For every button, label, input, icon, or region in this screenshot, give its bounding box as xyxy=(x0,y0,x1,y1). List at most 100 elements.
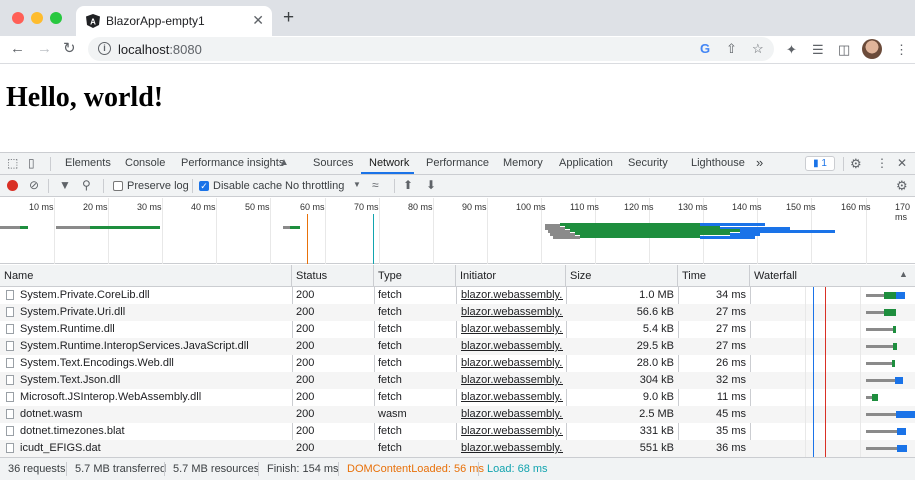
divider xyxy=(103,179,104,193)
tab-security[interactable]: Security xyxy=(628,157,668,169)
overview-request-bar xyxy=(290,226,300,229)
tab-performance[interactable]: Performance xyxy=(426,157,489,169)
column-header-waterfall[interactable]: Waterfall xyxy=(750,265,915,287)
tab-close-icon[interactable]: ✕ xyxy=(252,12,264,29)
tab-elements[interactable]: Elements xyxy=(65,157,111,169)
url-text[interactable]: localhost:8080 xyxy=(118,42,202,57)
request-initiator[interactable]: blazor.webassembly... xyxy=(461,287,563,304)
request-initiator[interactable]: blazor.webassembly... xyxy=(461,389,563,406)
media-icon[interactable]: ☰ xyxy=(812,42,824,58)
table-row[interactable]: System.Private.CoreLib.dll 200 fetch blazor… xyxy=(0,287,915,304)
waterfall-bar xyxy=(866,345,893,348)
tab-strip: A BlazorApp-empty1 ✕ + xyxy=(0,0,915,36)
browser-tab[interactable]: A BlazorApp-empty1 ✕ xyxy=(76,6,272,36)
share-icon[interactable]: ⇧ xyxy=(726,41,737,57)
overview-tick-label: 170 ms xyxy=(895,202,911,222)
avatar[interactable] xyxy=(862,39,882,59)
file-icon xyxy=(6,409,14,419)
more-vert-icon[interactable]: ⋮ xyxy=(895,42,908,58)
more-vert-icon[interactable]: ⋮ xyxy=(876,156,888,170)
devtools-tabs: ⬚ ▯ Elements Console Performance insight… xyxy=(0,153,915,175)
close-window-button[interactable] xyxy=(12,12,24,24)
search-icon[interactable]: ⚲ xyxy=(82,178,91,192)
network-conditions-icon[interactable]: ≈ xyxy=(372,178,379,192)
column-header-size[interactable]: Size xyxy=(566,265,678,287)
device-toggle-icon[interactable]: ▯ xyxy=(28,156,35,170)
extensions-icon[interactable]: ✦ xyxy=(786,42,797,58)
issues-badge[interactable]: ▮ 1 xyxy=(805,156,835,171)
forward-arrow-icon[interactable]: → xyxy=(37,40,52,58)
request-initiator[interactable]: blazor.webassembly... xyxy=(461,440,563,457)
request-initiator[interactable]: blazor.webassembly... xyxy=(461,372,563,389)
svg-text:A: A xyxy=(90,18,96,27)
more-tabs-button[interactable]: » xyxy=(756,155,763,170)
table-row[interactable]: System.Private.Uri.dll 200 fetch blazor.web… xyxy=(0,304,915,321)
network-overview[interactable]: 10 ms 20 ms 30 ms 40 ms 50 ms 60 ms 70 ms 80 ms… xyxy=(0,198,915,264)
table-row[interactable]: icudt_EFIGS.dat 200 fetch blazor.webassembl… xyxy=(0,440,915,457)
column-header-name[interactable]: Name xyxy=(0,265,292,287)
request-name: System.Runtime.InteropServices.JavaScrip… xyxy=(20,340,249,352)
upload-icon[interactable]: ⬆ xyxy=(403,178,413,192)
tab-application[interactable]: Application xyxy=(559,157,613,169)
download-icon[interactable]: ⬇ xyxy=(426,178,436,192)
info-icon[interactable]: i xyxy=(98,42,111,55)
table-row[interactable]: System.Text.Encodings.Web.dll 200 fetch bla… xyxy=(0,355,915,372)
new-tab-button[interactable]: + xyxy=(283,8,294,27)
column-header-status[interactable]: Status xyxy=(292,265,374,287)
gear-icon[interactable]: ⚙ xyxy=(896,178,908,194)
google-icon[interactable]: G xyxy=(700,41,710,56)
request-initiator[interactable]: blazor.webassembly... xyxy=(461,423,563,440)
preserve-log-checkbox[interactable] xyxy=(113,181,123,191)
divider xyxy=(66,462,67,476)
disable-cache-checkbox[interactable]: ✓ xyxy=(199,181,209,191)
browser-toolbar: ← → ↻ i localhost:8080 G ⇧ ☆ ✦ ☰ ◫ ⋮ xyxy=(0,36,915,64)
clear-icon[interactable]: ⊘ xyxy=(29,178,39,192)
requests-count: 36 requests xyxy=(8,463,66,475)
preserve-log-label: Preserve log xyxy=(127,180,189,192)
request-status: 200 xyxy=(296,357,315,369)
tab-console[interactable]: Console xyxy=(125,157,165,169)
back-arrow-icon[interactable]: ← xyxy=(10,40,25,58)
maximize-window-button[interactable] xyxy=(50,12,62,24)
overview-event-marker xyxy=(373,214,374,264)
waterfall-bar xyxy=(866,311,884,314)
tab-lighthouse[interactable]: Lighthouse xyxy=(691,157,745,169)
close-icon[interactable]: ✕ xyxy=(897,156,907,170)
transferred-size: 5.7 MB transferred xyxy=(75,463,167,475)
request-initiator[interactable]: blazor.webassembly... xyxy=(461,321,563,338)
request-size: 304 kB xyxy=(639,374,674,386)
throttling-select[interactable]: No throttling xyxy=(285,180,344,192)
address-bar[interactable]: i localhost:8080 G ⇧ ☆ xyxy=(88,37,774,61)
star-icon[interactable]: ☆ xyxy=(752,41,764,57)
sidepanel-icon[interactable]: ◫ xyxy=(838,42,850,58)
column-header-time[interactable]: Time xyxy=(678,265,750,287)
column-header-initiator[interactable]: Initiator xyxy=(456,265,566,287)
table-row[interactable]: System.Text.Json.dll 200 fetch blazor.webas… xyxy=(0,372,915,389)
tab-sources[interactable]: Sources xyxy=(313,157,353,169)
overview-gridline xyxy=(487,198,488,264)
sort-arrow-icon: ▲ xyxy=(899,269,908,279)
table-row[interactable]: System.Runtime.InteropServices.JavaScrip… xyxy=(0,338,915,355)
request-initiator[interactable]: blazor.webassembly... xyxy=(461,406,563,423)
tab-memory[interactable]: Memory xyxy=(503,157,543,169)
inspect-icon[interactable]: ⬚ xyxy=(7,156,18,170)
minimize-window-button[interactable] xyxy=(31,12,43,24)
chevron-down-icon[interactable]: ▼ xyxy=(353,180,361,189)
request-name: System.Runtime.dll xyxy=(20,323,115,335)
table-row[interactable]: System.Runtime.dll 200 fetch blazor.webasse… xyxy=(0,321,915,338)
table-row[interactable]: dotnet.timezones.blat 200 fetch blazor.weba… xyxy=(0,423,915,440)
table-row[interactable]: dotnet.wasm 200 wasm blazor.webassembly... 2… xyxy=(0,406,915,423)
reload-icon[interactable]: ↻ xyxy=(63,40,76,58)
tab-network[interactable]: Network xyxy=(369,157,409,169)
request-size: 56.6 kB xyxy=(636,306,674,318)
column-header-type[interactable]: Type xyxy=(374,265,456,287)
request-initiator[interactable]: blazor.webassembly... xyxy=(461,355,563,372)
record-icon[interactable] xyxy=(7,180,18,191)
gear-icon[interactable]: ⚙ xyxy=(850,156,862,172)
request-initiator[interactable]: blazor.webassembly... xyxy=(461,304,563,321)
request-initiator[interactable]: blazor.webassembly... xyxy=(461,338,563,355)
tab-performance-insights[interactable]: Performance insights xyxy=(181,157,284,169)
table-row[interactable]: Microsoft.JSInterop.WebAssembly.dll 200 fe… xyxy=(0,389,915,406)
filter-icon[interactable]: ▼ xyxy=(59,178,71,192)
file-icon xyxy=(6,324,14,334)
